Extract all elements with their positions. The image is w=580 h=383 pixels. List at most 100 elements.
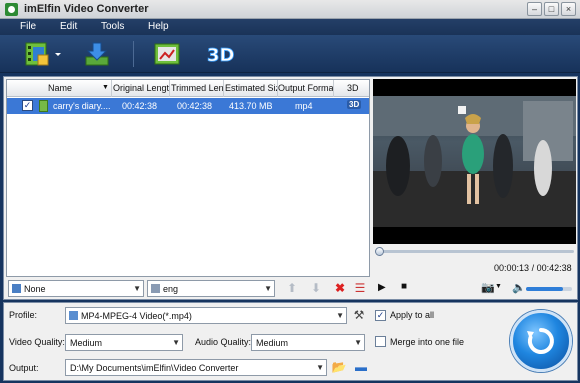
title-bar: imElfin Video Converter – □ ×: [0, 0, 580, 19]
video-preview[interactable]: [373, 79, 576, 244]
current-time: 00:00:13: [494, 263, 530, 273]
remove-button[interactable]: ✖: [332, 280, 348, 296]
maximize-button[interactable]: □: [544, 2, 559, 16]
delete-icon: ✖: [334, 281, 346, 295]
3d-icon: 3D: [207, 45, 235, 67]
trim-button[interactable]: [152, 39, 182, 69]
cell-name: carry's diary....: [53, 101, 111, 111]
seek-handle[interactable]: [374, 247, 384, 256]
snapshot-menu-button[interactable]: ▼: [495, 283, 502, 290]
toolbar: 3D: [0, 35, 580, 73]
arrow-down-icon: ⬇: [310, 281, 322, 295]
clear-list-button[interactable]: ☰: [352, 280, 368, 296]
table-row[interactable]: ✓ carry's diary.... 00:42:38 00:42:38 41…: [7, 98, 369, 114]
open-output-button[interactable]: ▬: [353, 359, 369, 375]
profile-select[interactable]: MP4-MPEG-4 Video(*.mp4) ▼: [65, 307, 347, 324]
cell-trimmed-length: 00:42:38: [177, 101, 213, 111]
merge-checkbox[interactable]: [375, 336, 386, 347]
browse-folder-button[interactable]: 📂: [331, 359, 347, 375]
trim-icon: [154, 43, 180, 65]
subtitle-select[interactable]: None ▼: [8, 280, 144, 297]
play-button[interactable]: ▶: [378, 282, 386, 293]
video-quality-label: Video Quality:: [9, 337, 65, 347]
menu-bar: File Edit Tools Help: [0, 19, 580, 35]
track-controls: None ▼ eng ▼ ⬆ ⬇ ✖ ☰: [6, 279, 370, 299]
column-estimated-size[interactable]: Estimated Size: [225, 83, 277, 93]
column-trimmed-length[interactable]: Trimmed Length: [171, 83, 223, 93]
row-checkbox[interactable]: ✓: [22, 100, 33, 111]
file-list: Name ▼ Original Length Trimmed Length Es…: [6, 79, 370, 277]
window-title: imElfin Video Converter: [24, 3, 149, 15]
volume-slider[interactable]: [526, 287, 572, 291]
merge-label: Merge into one file: [390, 337, 465, 347]
column-name[interactable]: Name: [48, 83, 106, 93]
convert-button[interactable]: [510, 310, 572, 372]
open-folder-icon: ▬: [355, 360, 367, 374]
seek-bar[interactable]: [373, 246, 576, 256]
time-readout: 00:00:13 / 00:42:38: [494, 263, 572, 273]
stop-button[interactable]: ■: [401, 281, 407, 292]
column-output-format[interactable]: Output Format: [278, 83, 333, 93]
convert-icon: [527, 328, 554, 354]
chevron-down-icon: ▼: [336, 311, 344, 320]
add-video-icon: [25, 42, 61, 66]
column-original-length[interactable]: Original Length: [113, 83, 169, 93]
app-logo-icon: [5, 3, 18, 16]
cell-estimated-size: 413.70 MB: [229, 101, 273, 111]
file-list-header: Name ▼ Original Length Trimmed Length Es…: [7, 80, 369, 97]
menu-edit[interactable]: Edit: [60, 21, 77, 32]
chevron-down-icon: ▼: [354, 338, 362, 347]
folder-icon: 📂: [331, 360, 347, 374]
output-path-value: D:\My Documents\imElfin\Video Converter: [70, 363, 239, 373]
subtitle-icon: [12, 284, 21, 293]
seek-track: [375, 250, 574, 253]
play-icon: ▶: [378, 282, 386, 293]
minimize-button[interactable]: –: [527, 2, 542, 16]
video-frame: [373, 96, 576, 227]
toolbar-separator: [133, 41, 134, 67]
menu-file[interactable]: File: [20, 21, 36, 32]
video-quality-select[interactable]: Medium ▼: [65, 334, 183, 351]
cell-original-length: 00:42:38: [122, 101, 158, 111]
video-file-icon: [39, 100, 48, 112]
column-3d[interactable]: 3D: [347, 83, 359, 93]
profile-settings-button[interactable]: ⚒: [351, 307, 367, 323]
3d-button[interactable]: 3D: [205, 39, 235, 69]
chevron-down-icon: ▼: [495, 283, 502, 290]
move-down-button[interactable]: ⬇: [308, 280, 324, 296]
menu-help[interactable]: Help: [148, 21, 169, 32]
speaker-icon: 🔈: [512, 282, 526, 294]
chevron-down-icon: ▼: [264, 284, 272, 293]
sort-arrow-icon: ▼: [102, 84, 109, 91]
profile-select-value: MP4-MPEG-4 Video(*.mp4): [81, 311, 192, 321]
volume-level: [526, 287, 563, 291]
camera-icon: 📷: [481, 282, 495, 294]
window-controls: – □ ×: [527, 2, 576, 16]
output-label: Output:: [9, 363, 39, 373]
chevron-down-icon: ▼: [133, 284, 141, 293]
video-frame-image: [373, 96, 576, 227]
apply-to-all-label: Apply to all: [390, 310, 435, 320]
audio-track-icon: [151, 284, 160, 293]
add-video-button[interactable]: [24, 39, 61, 69]
audio-quality-value: Medium: [256, 338, 289, 348]
total-time: 00:42:38: [536, 263, 572, 273]
chevron-down-icon: ▼: [316, 363, 324, 372]
audio-quality-select[interactable]: Medium ▼: [251, 334, 365, 351]
clear-list-icon: ☰: [354, 281, 366, 295]
move-up-button[interactable]: ⬆: [284, 280, 300, 296]
apply-to-all-checkbox[interactable]: ✓: [375, 310, 386, 321]
volume-button[interactable]: 🔈: [512, 281, 526, 294]
chevron-down-icon: ▼: [172, 338, 180, 347]
audio-track-select[interactable]: eng ▼: [147, 280, 275, 297]
settings-tools-icon: ⚒: [353, 308, 365, 322]
menu-tools[interactable]: Tools: [101, 21, 124, 32]
output-path-select[interactable]: D:\My Documents\imElfin\Video Converter …: [65, 359, 327, 376]
player-controls: ▶ ■ 📷 ▼ 🔈: [373, 280, 576, 298]
close-button[interactable]: ×: [561, 2, 576, 16]
cell-3d-badge[interactable]: 3D: [347, 100, 362, 109]
download-button[interactable]: [82, 39, 112, 69]
arrow-up-icon: ⬆: [286, 281, 298, 295]
cell-output-format: mp4: [295, 101, 313, 111]
snapshot-button[interactable]: 📷: [481, 281, 495, 294]
